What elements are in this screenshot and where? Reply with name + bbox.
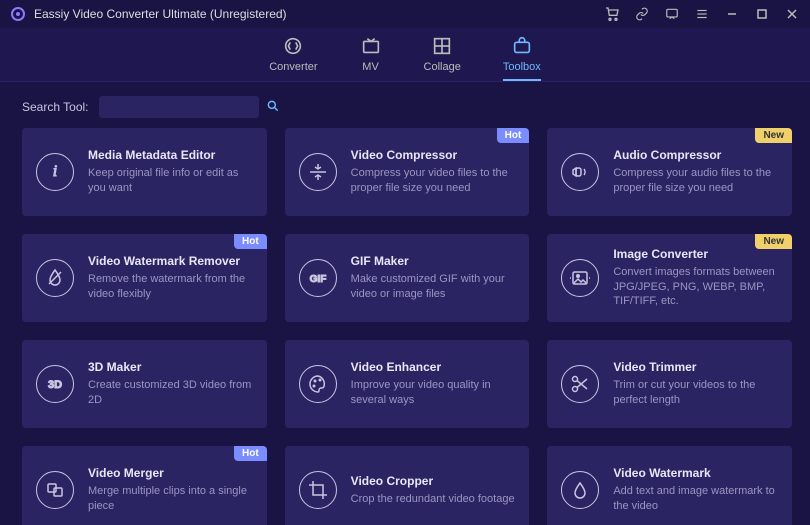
- drop-icon: [36, 259, 74, 297]
- card-title: Video Compressor: [351, 148, 516, 162]
- tool-card[interactable]: Video Trimmer Trim or cut your videos to …: [547, 340, 792, 428]
- card-text: Video Compressor Compress your video file…: [351, 148, 516, 196]
- card-description: Compress your audio files to the proper …: [613, 166, 778, 196]
- titlebar: Eassiy Video Converter Ultimate (Unregis…: [0, 0, 810, 28]
- info-icon: [36, 153, 74, 191]
- hot-badge: Hot: [234, 446, 267, 461]
- tab-mv[interactable]: MV: [360, 35, 382, 81]
- card-title: Video Merger: [88, 466, 253, 480]
- hot-badge: Hot: [234, 234, 267, 249]
- watermark-icon: [561, 471, 599, 509]
- link-icon[interactable]: [634, 6, 650, 22]
- card-title: Video Enhancer: [351, 360, 516, 374]
- audio-icon: [561, 153, 599, 191]
- card-text: Video Watermark Add text and image waterm…: [613, 466, 778, 514]
- tool-card[interactable]: Media Metadata Editor Keep original file …: [22, 128, 267, 216]
- tab-converter[interactable]: Converter: [269, 35, 317, 81]
- tool-card[interactable]: Hot Video Merger Merge multiple clips into…: [22, 446, 267, 525]
- palette-icon: [299, 365, 337, 403]
- tool-card[interactable]: GIF Maker Make customized GIF with your v…: [285, 234, 530, 322]
- card-title: Video Watermark: [613, 466, 778, 480]
- card-description: Crop the redundant video footage: [351, 492, 515, 507]
- menu-icon[interactable]: [694, 6, 710, 22]
- merge-icon: [36, 471, 74, 509]
- card-title: GIF Maker: [351, 254, 516, 268]
- card-description: Make customized GIF with your video or i…: [351, 272, 516, 302]
- tab-label: Toolbox: [503, 61, 541, 73]
- card-text: 3D Maker Create customized 3D video from …: [88, 360, 253, 408]
- tab-toolbox[interactable]: Toolbox: [503, 35, 541, 81]
- new-badge: New: [755, 234, 792, 249]
- tab-label: Converter: [269, 61, 317, 73]
- compress-icon: [299, 153, 337, 191]
- tool-card[interactable]: New Audio Compressor Compress your audio f…: [547, 128, 792, 216]
- card-text: Video Merger Merge multiple clips into a …: [88, 466, 253, 514]
- window-controls: [604, 6, 800, 22]
- tool-card[interactable]: 3D Maker Create customized 3D video from …: [22, 340, 267, 428]
- card-title: Image Converter: [613, 247, 778, 261]
- card-description: Merge multiple clips into a single piece: [88, 484, 253, 514]
- tool-card[interactable]: Video Cropper Crop the redundant video fo…: [285, 446, 530, 525]
- cart-icon[interactable]: [604, 6, 620, 22]
- new-badge: New: [755, 128, 792, 143]
- tab-label: Collage: [424, 61, 461, 73]
- content-scroll[interactable]: Media Metadata Editor Keep original file …: [0, 128, 810, 525]
- card-text: Media Metadata Editor Keep original file …: [88, 148, 253, 196]
- card-title: Video Cropper: [351, 474, 515, 488]
- app-title: Eassiy Video Converter Ultimate (Unregis…: [34, 7, 604, 21]
- card-text: Audio Compressor Compress your audio file…: [613, 148, 778, 196]
- search-box[interactable]: [99, 96, 259, 118]
- feedback-icon[interactable]: [664, 6, 680, 22]
- tool-card[interactable]: Video Watermark Add text and image waterm…: [547, 446, 792, 525]
- card-description: Keep original file info or edit as you w…: [88, 166, 253, 196]
- tool-card[interactable]: Hot Video Compressor Compress your video f…: [285, 128, 530, 216]
- card-description: Remove the watermark from the video flex…: [88, 272, 253, 302]
- hot-badge: Hot: [497, 128, 530, 143]
- card-text: Image Converter Convert images formats be…: [613, 247, 778, 310]
- tool-grid: Media Metadata Editor Keep original file …: [22, 128, 792, 525]
- card-description: Create customized 3D video from 2D: [88, 378, 253, 408]
- card-text: Video Enhancer Improve your video quality…: [351, 360, 516, 408]
- card-title: Video Watermark Remover: [88, 254, 253, 268]
- 3d-icon: [36, 365, 74, 403]
- card-title: Audio Compressor: [613, 148, 778, 162]
- tab-label: MV: [362, 61, 379, 73]
- search-label: Search Tool:: [22, 100, 89, 114]
- card-description: Improve your video quality in several wa…: [351, 378, 516, 408]
- card-title: 3D Maker: [88, 360, 253, 374]
- close-button[interactable]: [784, 6, 800, 22]
- card-description: Compress your video files to the proper …: [351, 166, 516, 196]
- card-title: Media Metadata Editor: [88, 148, 253, 162]
- card-text: Video Watermark Remover Remove the waterm…: [88, 254, 253, 302]
- card-title: Video Trimmer: [613, 360, 778, 374]
- search-input[interactable]: [99, 100, 266, 114]
- tool-card[interactable]: Hot Video Watermark Remover Remove the wat…: [22, 234, 267, 322]
- tool-card[interactable]: Video Enhancer Improve your video quality…: [285, 340, 530, 428]
- imgconv-icon: [561, 259, 599, 297]
- tab-collage[interactable]: Collage: [424, 35, 461, 81]
- crop-icon: [299, 471, 337, 509]
- card-text: Video Trimmer Trim or cut your videos to …: [613, 360, 778, 408]
- search-icon[interactable]: [266, 99, 286, 116]
- card-text: GIF Maker Make customized GIF with your v…: [351, 254, 516, 302]
- gif-icon: [299, 259, 337, 297]
- top-nav: Converter MV Collage Toolbox: [0, 28, 810, 82]
- scissors-icon: [561, 365, 599, 403]
- maximize-button[interactable]: [754, 6, 770, 22]
- search-row: Search Tool:: [0, 82, 810, 128]
- card-description: Add text and image watermark to the vide…: [613, 484, 778, 514]
- card-text: Video Cropper Crop the redundant video fo…: [351, 474, 515, 507]
- app-logo: [10, 6, 26, 22]
- tool-card[interactable]: NewImage Converter Convert images formats…: [547, 234, 792, 322]
- minimize-button[interactable]: [724, 6, 740, 22]
- card-description: Trim or cut your videos to the perfect l…: [613, 378, 778, 408]
- card-description: Convert images formats between JPG/JPEG,…: [613, 265, 778, 310]
